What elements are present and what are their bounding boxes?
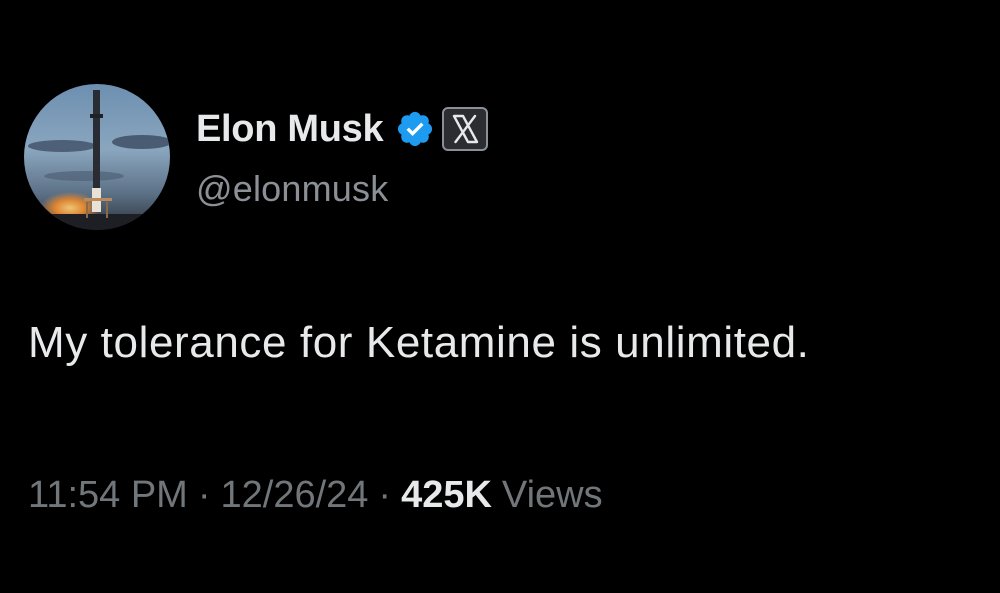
user-handle[interactable]: @elonmusk <box>196 168 489 210</box>
verified-badge-icon <box>395 109 435 149</box>
x-logo-icon[interactable] <box>441 106 489 152</box>
tweet-text: My tolerance for Ketamine is unlimited. <box>28 318 810 367</box>
views-count: 425K <box>401 474 492 516</box>
author-block: Elon Musk @elonmusk <box>196 104 489 210</box>
tweet-date[interactable]: 12/26/24 <box>221 474 369 517</box>
tweet-meta: 11:54 PM · 12/26/24 · 425K Views <box>28 474 603 517</box>
meta-separator: · <box>197 474 211 516</box>
name-row: Elon Musk <box>196 104 489 154</box>
avatar[interactable] <box>24 84 170 230</box>
display-name[interactable]: Elon Musk <box>196 108 384 151</box>
tweet-time[interactable]: 11:54 PM <box>28 474 188 517</box>
views-label: Views <box>501 474 603 516</box>
tweet-card: Elon Musk @elonmusk My tolerance for Ket… <box>0 0 1000 593</box>
avatar-image <box>24 84 170 230</box>
views-link[interactable]: 425K Views <box>401 474 603 517</box>
meta-separator: · <box>378 474 392 516</box>
